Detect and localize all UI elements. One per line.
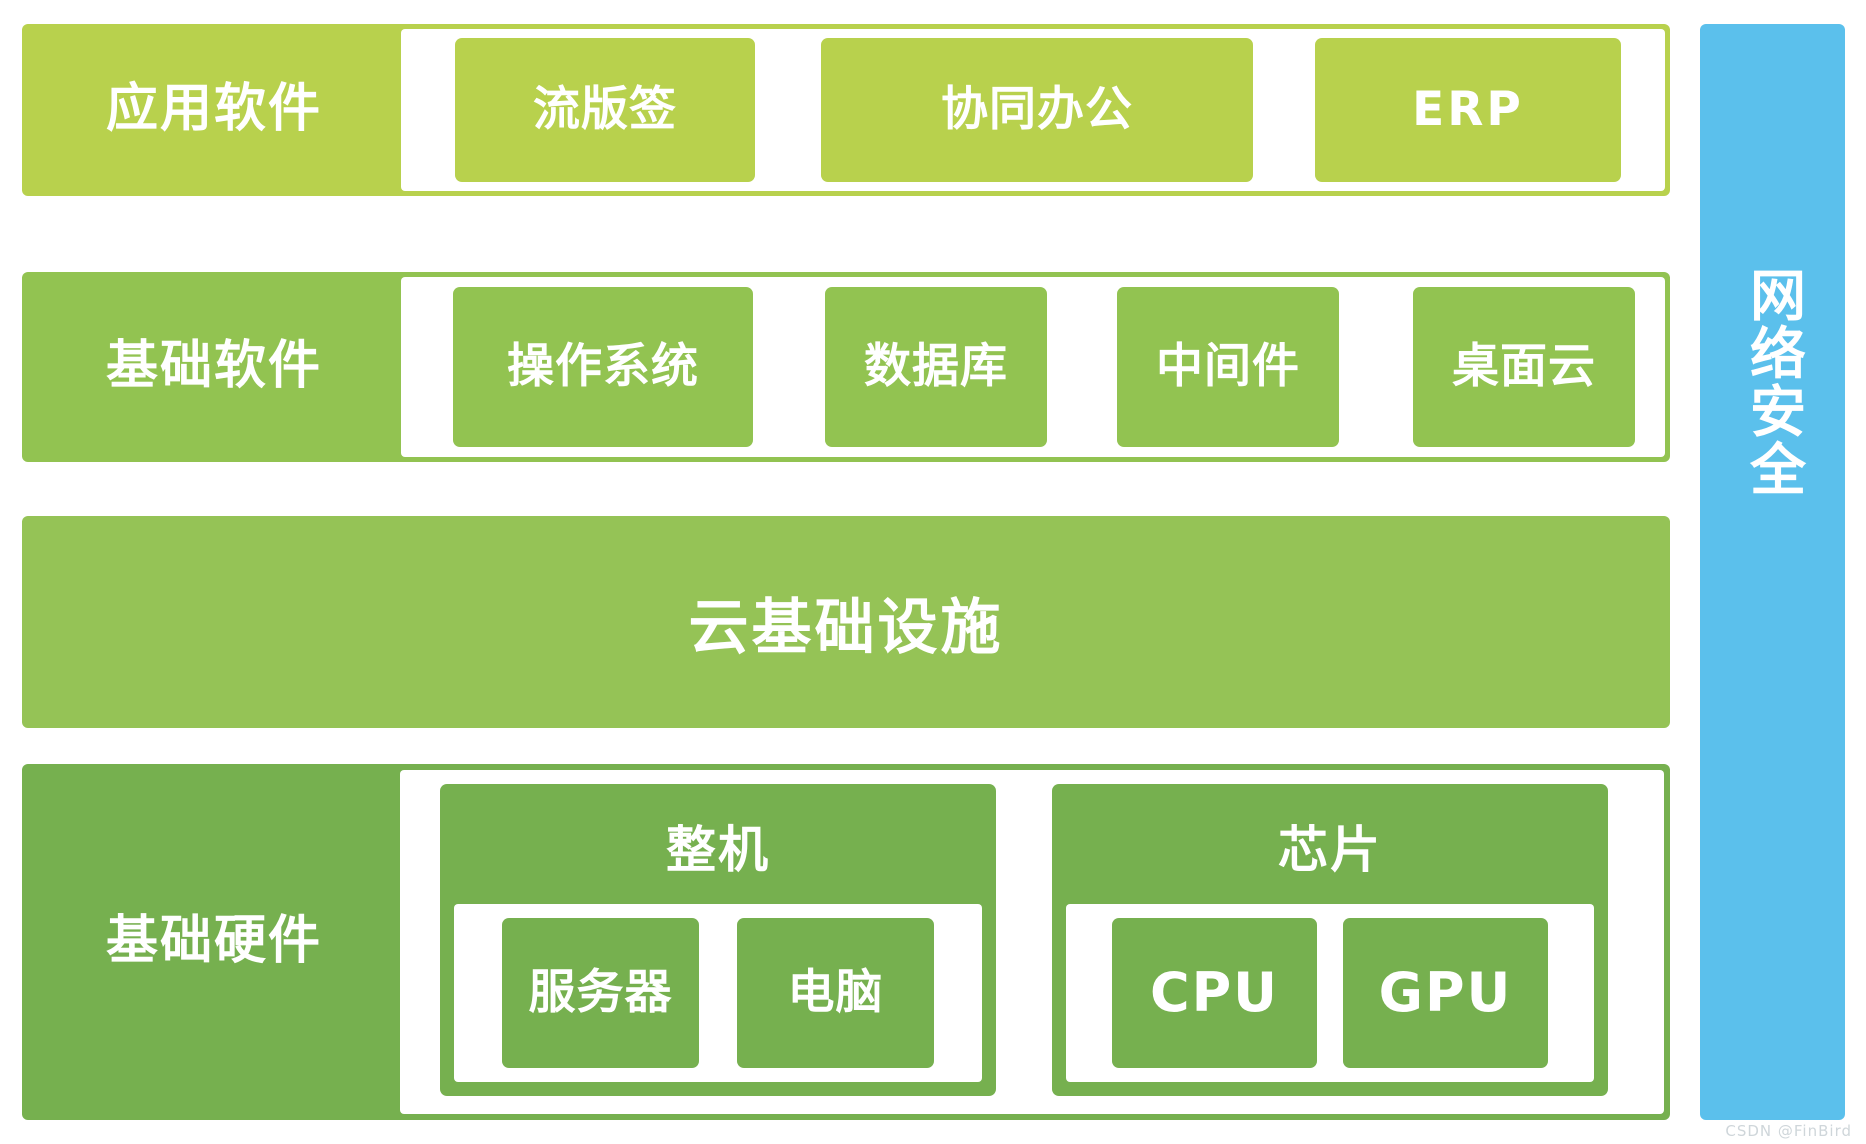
- item-middleware[interactable]: 中间件: [1117, 287, 1339, 447]
- item-server[interactable]: 服务器: [502, 918, 699, 1068]
- item-desktop-cloud[interactable]: 桌面云: [1413, 287, 1635, 447]
- layer-application-software: 应用软件 流版签 协同办公 ERP: [22, 24, 1670, 196]
- item-database[interactable]: 数据库: [825, 287, 1047, 447]
- item-computer[interactable]: 电脑: [737, 918, 934, 1068]
- layer-label-cloud-infrastructure: 云基础设施: [688, 592, 1004, 663]
- layer-label-basic-hardware: 基础硬件: [28, 770, 400, 1114]
- layer-basic-software: 基础软件 操作系统 数据库 中间件 桌面云: [22, 272, 1670, 462]
- group-title-whole-machine: 整机: [666, 821, 770, 879]
- group-whole-machine: 整机 服务器 电脑: [440, 784, 996, 1096]
- layer-body-basic-software: 操作系统 数据库 中间件 桌面云: [401, 277, 1665, 457]
- layer-cloud-infrastructure: 云基础设施: [22, 516, 1670, 728]
- layer-label-application-software: 应用软件: [27, 29, 401, 191]
- group-chip: 芯片 CPU GPU: [1052, 784, 1608, 1096]
- diagram-canvas: 应用软件 流版签 协同办公 ERP 基础软件 操作系统 数据库 中间件 桌面云 …: [0, 0, 1866, 1144]
- item-gpu[interactable]: GPU: [1343, 918, 1548, 1068]
- item-cpu[interactable]: CPU: [1112, 918, 1317, 1068]
- layer-body-application-software: 流版签 协同办公 ERP: [401, 29, 1665, 191]
- item-erp[interactable]: ERP: [1315, 38, 1621, 182]
- group-title-chip: 芯片: [1278, 821, 1382, 879]
- item-liubanqian[interactable]: 流版签: [455, 38, 755, 182]
- layer-label-basic-software: 基础软件: [27, 277, 401, 457]
- layer-body-basic-hardware: 整机 服务器 电脑 芯片 CPU GPU: [400, 770, 1664, 1114]
- sidebar-network-security: 网络安全: [1700, 24, 1845, 1120]
- item-operating-system[interactable]: 操作系统: [453, 287, 753, 447]
- layer-basic-hardware: 基础硬件 整机 服务器 电脑 芯片 CPU GPU: [22, 764, 1670, 1120]
- group-items-whole-machine: 服务器 电脑: [454, 904, 982, 1082]
- sidebar-label-network-security: 网络安全: [1740, 266, 1806, 498]
- item-collaborative-office[interactable]: 协同办公: [821, 38, 1253, 182]
- group-items-chip: CPU GPU: [1066, 904, 1594, 1082]
- watermark: CSDN @FinBird: [1725, 1122, 1852, 1140]
